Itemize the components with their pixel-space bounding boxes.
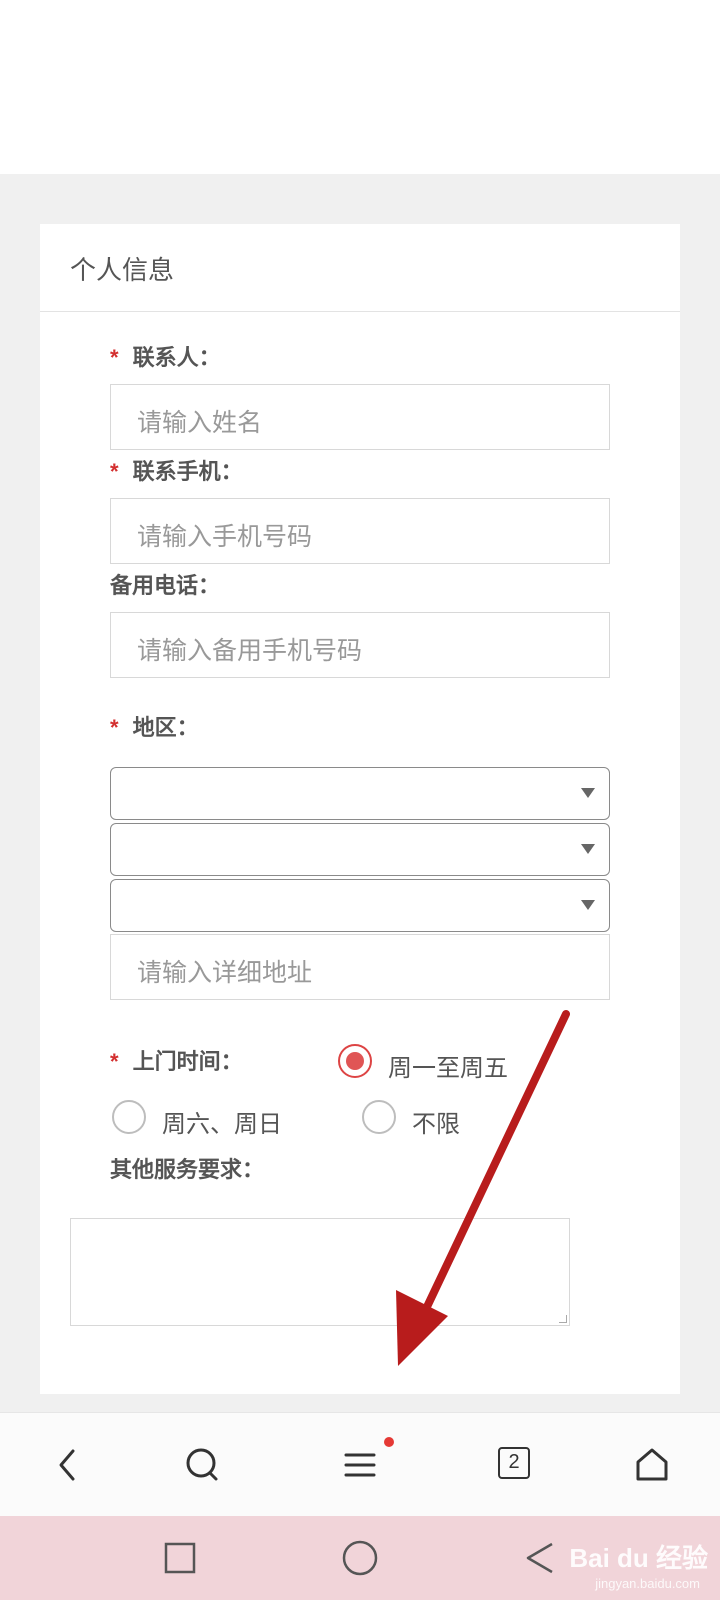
region-label: * 地区：: [110, 710, 199, 742]
contact-name-input[interactable]: 请输入姓名: [110, 384, 610, 450]
required-mark: *: [110, 1049, 119, 1074]
menu-button[interactable]: [320, 1413, 400, 1517]
required-mark: *: [110, 459, 119, 484]
backup-phone-label: 备用电话：: [110, 568, 220, 600]
tabs-button[interactable]: 2: [476, 1413, 556, 1517]
search-icon: [186, 1448, 218, 1481]
card-header: 个人信息: [40, 224, 680, 312]
backup-phone-label-text: 备用电话：: [110, 573, 221, 598]
region-label-text: 地区：: [132, 715, 199, 740]
contact-name-placeholder: 请输入姓名: [137, 409, 263, 437]
backup-phone-input[interactable]: 请输入备用手机号码: [110, 612, 610, 678]
contact-label-text: 联系人：: [132, 345, 221, 370]
menu-icon: [344, 1453, 376, 1477]
recent-apps-icon: [164, 1542, 196, 1574]
mobile-placeholder: 请输入手机号码: [137, 523, 313, 551]
chevron-down-icon: [581, 788, 595, 798]
resize-handle[interactable]: [559, 1315, 567, 1323]
radio-weekend-label[interactable]: 周六、周日: [162, 1104, 282, 1139]
address-placeholder: 请输入详细地址: [137, 959, 313, 987]
back-triangle-icon: [526, 1542, 553, 1574]
radio-weekdays[interactable]: [338, 1044, 372, 1078]
required-mark: *: [110, 715, 119, 740]
chevron-down-icon: [581, 900, 595, 910]
system-back-button[interactable]: [500, 1516, 580, 1600]
radio-any-time[interactable]: [362, 1100, 396, 1134]
contact-label: * 联系人：: [110, 340, 221, 372]
mobile-input[interactable]: 请输入手机号码: [110, 498, 610, 564]
required-mark: *: [110, 345, 119, 370]
top-blank-area: [0, 0, 720, 174]
radio-weekend[interactable]: [112, 1100, 146, 1134]
address-input[interactable]: 请输入详细地址: [110, 934, 610, 1000]
browser-toolbar: 2: [0, 1412, 720, 1516]
baidu-watermark-url: jingyan.baidu.com: [595, 1576, 700, 1591]
back-icon: [59, 1449, 75, 1481]
district-select[interactable]: [110, 879, 610, 932]
home-button[interactable]: [612, 1413, 692, 1517]
notification-dot: [384, 1437, 394, 1447]
province-select[interactable]: [110, 767, 610, 820]
tabs-icon: 2: [498, 1447, 530, 1479]
radio-weekdays-label[interactable]: 周一至周五: [388, 1048, 508, 1083]
card-title: 个人信息: [70, 255, 175, 285]
radio-any-time-label[interactable]: 不限: [412, 1104, 460, 1139]
chevron-down-icon: [581, 844, 595, 854]
mobile-label-text: 联系手机：: [132, 459, 243, 484]
back-button[interactable]: [28, 1413, 108, 1517]
visit-time-label: * 上门时间：: [110, 1044, 243, 1076]
city-select[interactable]: [110, 823, 610, 876]
visit-time-label-text: 上门时间：: [132, 1049, 243, 1074]
baidu-watermark: Bai du 经验: [569, 1543, 708, 1573]
backup-phone-placeholder: 请输入备用手机号码: [137, 637, 363, 665]
mobile-label: * 联系手机：: [110, 454, 243, 486]
system-home-button[interactable]: [320, 1516, 400, 1600]
home-circle-icon: [342, 1540, 378, 1576]
other-requirements-textarea[interactable]: [70, 1218, 570, 1326]
recent-apps-button[interactable]: [140, 1516, 220, 1600]
other-requirements-label-text: 其他服务要求：: [110, 1157, 265, 1182]
other-requirements-label: 其他服务要求：: [110, 1152, 264, 1184]
home-icon: [636, 1448, 668, 1481]
search-button[interactable]: [163, 1413, 243, 1517]
